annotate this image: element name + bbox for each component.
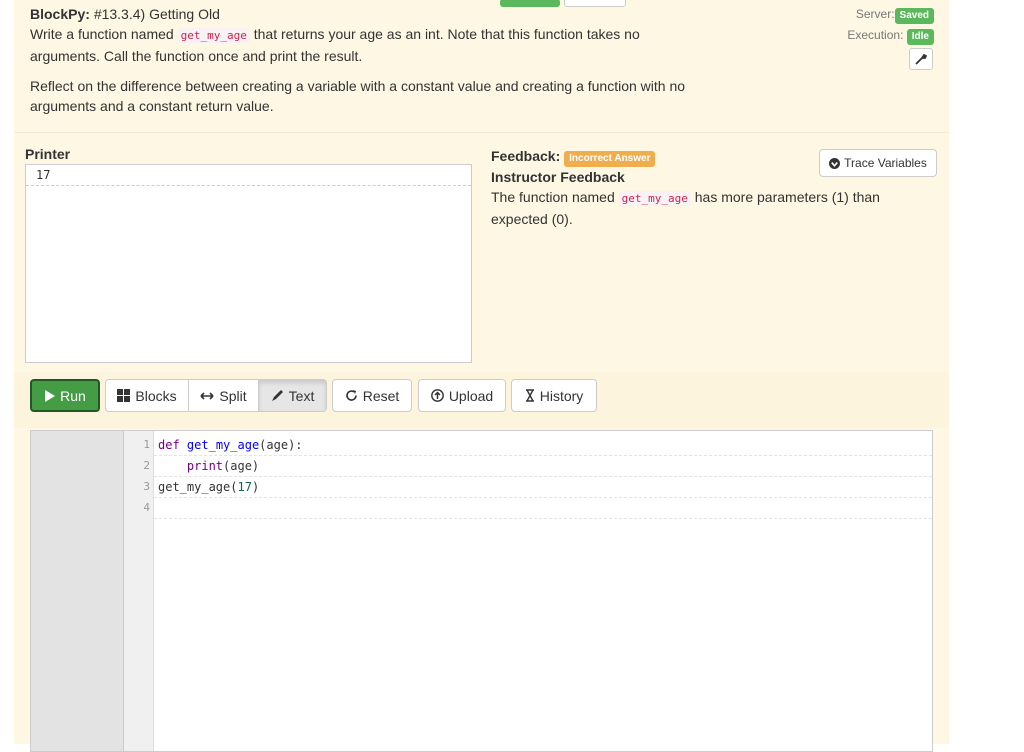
status-area: Server:Saved Execution: Idle <box>847 4 934 46</box>
feedback-text-2: has more parameters (1) than <box>695 189 880 205</box>
reflection-prompt: Reflect on the difference between creati… <box>30 76 730 116</box>
wrench-icon <box>915 53 927 65</box>
code-line[interactable]: 1def get_my_age(age): <box>154 435 932 456</box>
history-label: History <box>540 388 584 404</box>
assignment-name: #13.3.4) Getting Old <box>94 6 220 22</box>
function-token: get_my_age <box>187 438 259 452</box>
blocks-button[interactable]: Blocks <box>105 379 189 412</box>
code-lines[interactable]: 1def get_my_age(age): 2 print(age) 3get_… <box>154 435 932 519</box>
arrows-horizontal-icon <box>200 392 214 400</box>
trace-variables-button[interactable]: Trace Variables <box>819 149 937 177</box>
printer-line: 17 <box>26 165 471 186</box>
code-line[interactable]: 2 print(age) <box>154 456 932 477</box>
text-label: Text <box>289 388 315 404</box>
play-icon <box>44 390 55 402</box>
split-button[interactable]: Split <box>188 379 259 412</box>
reflect-text-2: arguments and a constant return value. <box>30 98 274 114</box>
trace-variables-label: Trace Variables <box>844 156 927 170</box>
feedback-text-3: expected (0). <box>491 211 573 227</box>
editor-gutter <box>31 431 124 751</box>
refresh-icon <box>345 389 358 402</box>
printer-title: Printer <box>25 146 70 162</box>
hourglass-icon <box>525 389 535 402</box>
reset-button[interactable]: Reset <box>332 379 412 412</box>
execution-status-badge: Idle <box>907 29 934 45</box>
server-status: Server:Saved <box>847 4 934 25</box>
code-text <box>154 501 158 515</box>
desc-text-2: that returns your age as an int. Note th… <box>254 26 640 42</box>
server-label: Server: <box>856 7 895 21</box>
execution-label: Execution: <box>847 28 903 42</box>
execution-status: Execution: Idle <box>847 25 934 46</box>
line-number: 2 <box>124 456 150 476</box>
reflect-text-1: Reflect on the difference between creati… <box>30 78 685 94</box>
text-button[interactable]: Text <box>258 379 327 412</box>
settings-button[interactable] <box>909 48 933 70</box>
feedback-code: get_my_age <box>619 191 691 206</box>
upload-label: Upload <box>449 388 493 404</box>
feedback-title: Feedback: <box>491 148 560 164</box>
line-number: 4 <box>124 498 150 518</box>
feedback-status-badge: Incorrect Answer <box>564 151 655 167</box>
line-number: 1 <box>124 435 150 455</box>
code-line[interactable]: 3get_my_age(17) <box>154 477 932 498</box>
desc-text: Write a function named <box>30 26 174 42</box>
assignment-header: BlockPy: #13.3.4) Getting Old Write a fu… <box>30 4 730 116</box>
upload-circle-icon <box>431 389 444 402</box>
run-button[interactable]: Run <box>30 379 100 412</box>
line-number: 3 <box>124 477 150 497</box>
assignment-description: Write a function named get_my_age that r… <box>30 24 730 66</box>
keyword-token: def <box>158 438 180 452</box>
feedback-text: The function named <box>491 189 615 205</box>
assignment-title: BlockPy: #13.3.4) Getting Old <box>30 4 730 24</box>
pencil-icon <box>271 389 284 402</box>
number-token: 17 <box>237 480 251 494</box>
grid-icon <box>117 389 130 402</box>
history-button[interactable]: History <box>511 379 597 412</box>
feedback-message: The function named get_my_age has more p… <box>491 187 891 229</box>
code-text: get_my_age(17) <box>154 480 259 494</box>
desc-text-3: arguments. Call the function once and pr… <box>30 48 362 64</box>
blocks-label: Blocks <box>135 388 176 404</box>
function-name-code: get_my_age <box>178 28 250 43</box>
run-label: Run <box>60 388 86 404</box>
upload-button[interactable]: Upload <box>418 379 506 412</box>
code-editor[interactable]: 1def get_my_age(age): 2 print(age) 3get_… <box>30 430 933 752</box>
arrow-circle-down-icon <box>829 158 840 169</box>
code-line[interactable]: 4 <box>154 498 932 519</box>
code-text: print(age) <box>154 459 259 473</box>
reset-label: Reset <box>363 388 400 404</box>
divider <box>14 132 949 133</box>
app-name: BlockPy: <box>30 6 90 22</box>
code-text: def get_my_age(age): <box>154 438 303 452</box>
split-label: Split <box>219 388 246 404</box>
server-status-badge: Saved <box>895 8 934 24</box>
printer-output[interactable]: 17 <box>25 164 472 363</box>
builtin-token: print <box>187 459 223 473</box>
